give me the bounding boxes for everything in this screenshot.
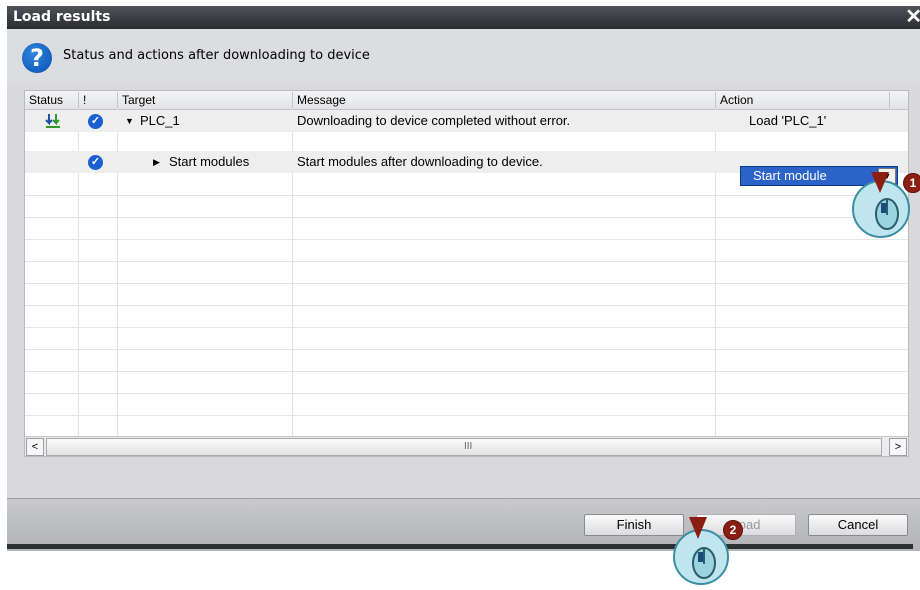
column-target[interactable]: Target [117,92,292,108]
message-cell: Start modules after downloading to devic… [297,154,543,169]
empty-row [25,217,908,218]
results-table: Status ! Target Message Action ✓ ▼ PLC_1 [24,90,909,457]
column-action[interactable]: Action [715,92,890,108]
empty-row [25,305,908,306]
action-dropdown-value: Start module [753,168,827,183]
empty-row [25,195,908,196]
title-bar: Load results ✕ [7,6,920,29]
target-plc: PLC_1 [140,113,180,128]
expand-icon[interactable]: ▶ [153,151,160,173]
check-icon: ✓ [88,155,103,170]
target-start-modules: Start modules [169,154,250,169]
callout-badge-1: 1 [903,173,920,193]
collapse-icon[interactable]: ▼ [125,110,134,132]
empty-row [25,415,908,416]
close-icon[interactable]: ✕ [905,6,920,28]
scroll-left-button[interactable]: < [26,438,44,456]
window-bottom-edge [7,544,913,549]
load-results-dialog: Load results ✕ ? Status and actions afte… [7,6,920,551]
action-cell: Load 'PLC_1' [749,113,827,128]
header-area: ? Status and actions after downloading t… [7,29,920,85]
empty-row [25,239,908,240]
column-status[interactable]: Status [25,92,73,108]
column-message[interactable]: Message [292,92,717,108]
empty-row [25,327,908,328]
dialog-title: Load results [13,9,111,25]
empty-row [25,261,908,262]
dialog-subtitle: Status and actions after downloading to … [63,48,370,63]
empty-row [25,283,908,284]
callout-badge-2: 2 [723,520,743,540]
scroll-grip-icon: III [464,441,473,452]
scroll-thumb[interactable]: III [46,438,882,456]
empty-row [25,349,908,350]
cancel-button[interactable]: Cancel [808,514,908,536]
horizontal-scrollbar[interactable]: < III > [25,436,908,456]
table-row[interactable]: ✓ ▼ PLC_1 Downloading to device complete… [25,110,908,132]
question-icon: ? [22,43,52,73]
column-filler [889,92,908,108]
scroll-right-button[interactable]: > [889,438,907,456]
column-alert[interactable]: ! [78,92,103,108]
message-cell: Downloading to device completed without … [297,113,571,128]
table-header: Status ! Target Message Action [25,91,908,110]
check-icon: ✓ [88,114,103,129]
empty-row [25,371,908,372]
empty-row [25,393,908,394]
